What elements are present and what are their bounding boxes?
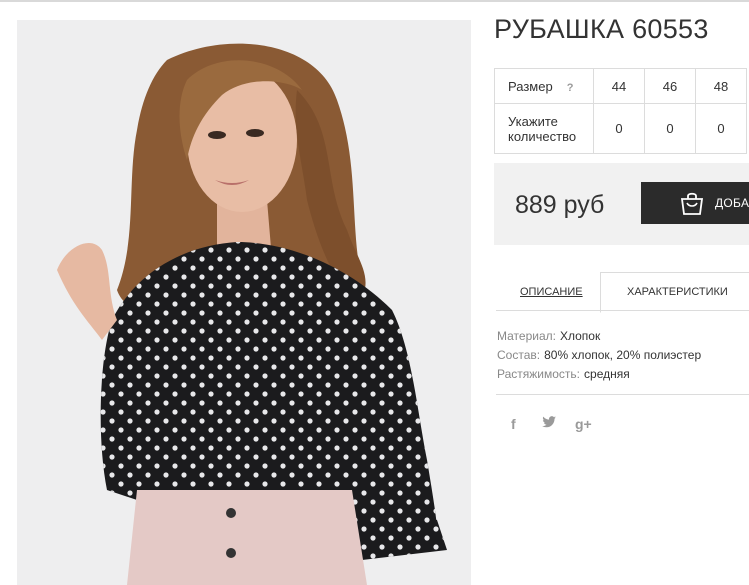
quantity-row-label: Укажите количество <box>494 103 594 154</box>
shopping-bag-icon <box>680 192 704 215</box>
tab-characteristics[interactable]: ХАРАКТЕРИСТИКИ <box>627 286 728 298</box>
product-title: РУБАШКА 60553 <box>494 14 709 44</box>
characteristic-key: Состав: <box>497 348 541 362</box>
characteristic-row: Растяжимость: средняя <box>497 365 701 384</box>
quantity-input-48[interactable]: 0 <box>695 103 747 154</box>
characteristic-key: Материал: <box>497 329 556 343</box>
product-photo[interactable] <box>17 20 471 585</box>
product-photo-drawing <box>57 43 447 585</box>
size-option-48[interactable]: 48 <box>695 68 747 104</box>
price-panel: 889 руб ДОБАВИТЬ В КОРЗИНУ <box>494 163 749 245</box>
facebook-icon[interactable]: f <box>511 416 516 432</box>
characteristic-key: Растяжимость: <box>497 367 581 381</box>
characteristic-value: Хлопок <box>559 329 601 343</box>
quantity-input-46[interactable]: 0 <box>644 103 696 154</box>
size-row-label: Размер? <box>494 68 594 104</box>
characteristic-value: средняя <box>584 367 630 381</box>
google-plus-icon[interactable]: g+ <box>575 416 592 432</box>
size-label: Размер <box>508 78 553 94</box>
quantity-input-44[interactable]: 0 <box>593 103 645 154</box>
size-option-46[interactable]: 46 <box>644 68 696 104</box>
add-to-cart-label: ДОБАВИТЬ В КОРЗИНУ <box>715 196 749 210</box>
add-to-cart-button[interactable]: ДОБАВИТЬ В КОРЗИНУ <box>641 182 749 224</box>
size-table: Размер? 44 46 48 Укажите количество 0 0 … <box>494 68 747 154</box>
top-divider <box>0 0 749 2</box>
tabs-divider <box>496 310 749 311</box>
section-divider <box>496 394 749 395</box>
size-help-icon[interactable]: ? <box>567 82 574 94</box>
characteristic-row: Материал: Хлопок <box>497 327 701 346</box>
tab-description[interactable]: ОПИСАНИЕ <box>520 286 583 298</box>
characteristic-row: Состав: 80% хлопок, 20% полиэстер <box>497 346 701 365</box>
size-option-44[interactable]: 44 <box>593 68 645 104</box>
characteristics-list: Материал: Хлопок Состав: 80% хлопок, 20% п… <box>497 327 701 384</box>
characteristic-value: 80% хлопок, 20% полиэстер <box>544 348 702 362</box>
price: 889 руб <box>515 191 605 219</box>
twitter-icon[interactable] <box>542 416 556 431</box>
